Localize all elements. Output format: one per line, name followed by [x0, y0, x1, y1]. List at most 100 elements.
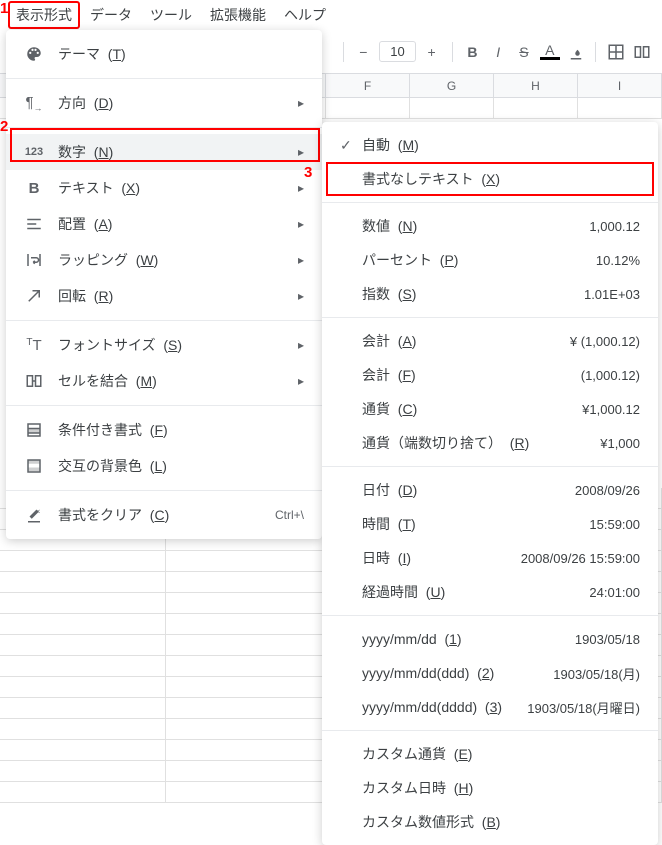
text-color-icon[interactable]: A	[540, 44, 560, 60]
submenu-item[interactable]: yyyy/mm/dd (1)1903/05/18	[322, 622, 658, 656]
B-icon: B	[24, 180, 44, 197]
borders-icon[interactable]	[606, 42, 626, 62]
fill-color-icon[interactable]	[566, 42, 586, 62]
toolbar-separator	[343, 42, 344, 62]
menubar-item-tools[interactable]: ツール	[142, 1, 200, 29]
menubar-item-data[interactable]: データ	[82, 1, 140, 29]
submenu-item[interactable]: 時間 (T)15:59:00	[322, 507, 658, 541]
svg-text:✕: ✕	[36, 510, 41, 516]
toolbar-separator	[595, 42, 596, 62]
menu-item-回転[interactable]: 回転 (R)▸	[6, 278, 322, 314]
align-icon	[24, 215, 44, 233]
menu-label: フォントサイズ (S)	[58, 335, 284, 355]
submenu-item[interactable]: 通貨（端数切り捨て） (R)¥1,000	[322, 426, 658, 460]
minus-icon[interactable]: −	[353, 42, 373, 62]
submenu-sample: (1,000.12)	[581, 368, 640, 383]
menu-item-書式をクリア[interactable]: ✕書式をクリア (C)Ctrl+\	[6, 497, 322, 533]
submenu-sample: 2008/09/26	[575, 483, 640, 498]
submenu-item[interactable]: yyyy/mm/dd(dddd) (3)1903/05/18(月曜日)	[322, 690, 658, 724]
rotate-icon	[24, 287, 44, 305]
submenu-item[interactable]: 数値 (N) 1,000.12	[322, 209, 658, 243]
column-header[interactable]: G	[410, 74, 494, 97]
menu-separator	[322, 615, 658, 616]
submenu-item[interactable]: 通貨 (C)¥1,000.12	[322, 392, 658, 426]
column-header[interactable]: H	[494, 74, 578, 97]
menubar-item-extensions[interactable]: 拡張機能	[202, 1, 274, 29]
menu-shortcut: Ctrl+\	[275, 508, 304, 522]
italic-icon[interactable]: I	[488, 42, 508, 62]
submenu-label: 日付 (D)	[362, 480, 417, 500]
submenu-label: カスタム数値形式 (B)	[362, 812, 500, 832]
menu-item-テーマ[interactable]: テーマ (T)	[6, 36, 322, 72]
chevron-right-icon: ▸	[298, 145, 304, 159]
submenu-item[interactable]: 日時 (I)2008/09/26 15:59:00	[322, 541, 658, 575]
bold-icon[interactable]: B	[463, 42, 483, 62]
submenu-item[interactable]: 指数 (S) 1.01E+03	[322, 277, 658, 311]
submenu-sample: 10.12%	[596, 253, 640, 268]
menu-item-配置[interactable]: 配置 (A)▸	[6, 206, 322, 242]
submenu-label: yyyy/mm/dd(dddd) (3)	[362, 699, 502, 715]
strike-icon[interactable]: S	[514, 42, 534, 62]
menubar-item-help[interactable]: ヘルプ	[276, 1, 334, 29]
submenu-sample: 24:01:00	[589, 585, 640, 600]
submenu-label: 通貨 (C)	[362, 399, 417, 419]
menu-separator	[6, 78, 322, 79]
menu-item-フォントサイズ[interactable]: TTフォントサイズ (S)▸	[6, 327, 322, 363]
submenu-item[interactable]: カスタム通貨 (E)	[322, 737, 658, 771]
chevron-right-icon: ▸	[298, 289, 304, 303]
menu-item-セルを結合[interactable]: セルを結合 (M) ▸	[6, 363, 322, 399]
menu-item-テキスト[interactable]: Bテキスト (X)▸	[6, 170, 322, 206]
menu-label: 方向 (D)	[58, 93, 284, 113]
submenu-sample: 1,000.12	[589, 219, 640, 234]
submenu-item[interactable]: 会計 (F)(1,000.12)	[322, 358, 658, 392]
submenu-sample: ¥ (1,000.12)	[570, 334, 640, 349]
menu-separator	[6, 127, 322, 128]
submenu-item[interactable]: ✓自動 (M)	[322, 128, 658, 162]
submenu-item[interactable]: 会計 (A)¥ (1,000.12)	[322, 324, 658, 358]
menubar-item-format[interactable]: 表示形式	[8, 1, 80, 29]
submenu-sample: 2008/09/26 15:59:00	[521, 551, 640, 566]
submenu-item[interactable]: パーセント (P)10.12%	[322, 243, 658, 277]
number-submenu-popup: ✓自動 (M) 書式なしテキスト (X) 数値 (N) 1,000.12 パーセント (…	[322, 122, 658, 845]
submenu-item[interactable]: 経過時間 (U) 24:01:00	[322, 575, 658, 609]
submenu-sample: 1.01E+03	[584, 287, 640, 302]
menu-item-数字[interactable]: 123数字 (N)▸	[6, 134, 322, 170]
chevron-right-icon: ▸	[298, 181, 304, 195]
submenu-label: 自動 (M)	[362, 135, 419, 155]
submenu-label: 経過時間 (U)	[362, 582, 445, 602]
chevron-right-icon: ▸	[298, 96, 304, 110]
callout-2: 2	[0, 118, 8, 135]
submenu-item[interactable]: カスタム数値形式 (B)	[322, 805, 658, 839]
toolbar-separator	[452, 42, 453, 62]
menu-item-方向[interactable]: ¶→方向 (D)▸	[6, 85, 322, 121]
merge-icon[interactable]	[632, 42, 652, 62]
chevron-right-icon: ▸	[298, 217, 304, 231]
chevron-right-icon: ▸	[298, 253, 304, 267]
submenu-label: 書式なしテキスト (X)	[362, 169, 500, 189]
submenu-label: 通貨（端数切り捨て） (R)	[362, 433, 529, 453]
submenu-label: 指数 (S)	[362, 284, 416, 304]
menu-item-条件付き書式[interactable]: 条件付き書式 (F)	[6, 412, 322, 448]
submenu-item[interactable]: yyyy/mm/dd(ddd) (2)1903/05/18(月)	[322, 656, 658, 690]
menu-item-ラッピング[interactable]: ラッピング (W)▸	[6, 242, 322, 278]
alt-icon	[24, 457, 44, 475]
menu-separator	[322, 466, 658, 467]
column-header[interactable]: F	[326, 74, 410, 97]
menu-item-交互の背景色[interactable]: 交互の背景色 (L)	[6, 448, 322, 484]
menu-label: セルを結合 (M)	[58, 371, 284, 391]
callout-1: 1	[0, 0, 8, 17]
submenu-label: 時間 (T)	[362, 514, 416, 534]
plus-icon[interactable]: +	[422, 42, 442, 62]
submenu-label: 数値 (N)	[362, 216, 417, 236]
menu-separator	[6, 405, 322, 406]
submenu-item[interactable]: 日付 (D) 2008/09/26	[322, 473, 658, 507]
menu-label: テーマ (T)	[58, 44, 304, 64]
submenu-item[interactable]: 書式なしテキスト (X)	[322, 162, 658, 196]
column-header[interactable]: I	[578, 74, 662, 97]
format-menu-popup: テーマ (T)¶→方向 (D)▸123数字 (N)▸Bテキスト (X)▸配置 (…	[6, 30, 322, 539]
menu-separator	[322, 202, 658, 203]
123-icon: 123	[24, 146, 44, 158]
chevron-right-icon: ▸	[298, 374, 304, 388]
fontsize-input[interactable]: 10	[379, 41, 415, 62]
merge-icon	[24, 372, 44, 390]
